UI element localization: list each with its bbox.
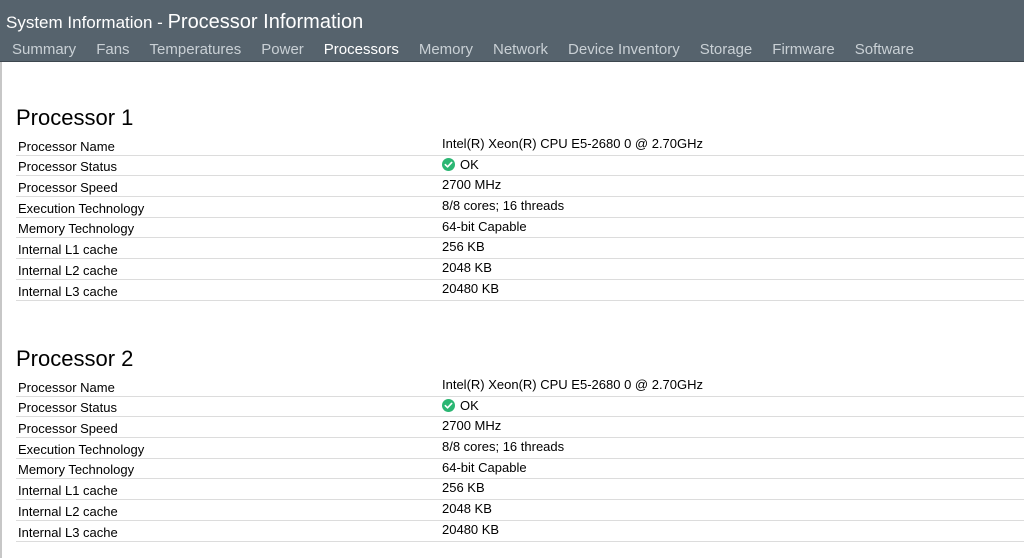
table-row: Internal L1 cache 256 KB (16, 238, 1024, 260)
row-value: 8/8 cores; 16 threads (442, 439, 565, 455)
row-label: Execution Technology (18, 441, 145, 457)
row-label: Memory Technology (18, 221, 135, 237)
status-ok-icon (442, 158, 455, 172)
table-row: Internal L3 cache 20480 KB (16, 280, 1024, 301)
row-label: Processor Speed (18, 180, 118, 196)
row-value: 2048 KB (442, 501, 492, 517)
row-value: 64-bit Capable (442, 459, 527, 475)
page-title-prefix: System Information - (6, 13, 168, 32)
tab-fans[interactable]: Fans (86, 37, 139, 62)
row-value: OK (442, 157, 479, 173)
row-label: Internal L1 cache (18, 483, 118, 499)
table-row: Processor Name Intel(R) Xeon(R) CPU E5-2… (16, 135, 1024, 156)
row-value: OK (442, 398, 479, 414)
row-label: Internal L2 cache (18, 503, 118, 519)
row-label: Processor Status (18, 400, 117, 416)
table-row: Execution Technology 8/8 cores; 16 threa… (16, 197, 1024, 218)
page-title-main: Processor Information (167, 11, 364, 33)
tab-storage[interactable]: Storage (690, 37, 763, 62)
row-value: 8/8 cores; 16 threads (442, 198, 565, 214)
processor-1-section: Processor 1 Processor Name Intel(R) Xeon… (16, 101, 1024, 301)
table-row: Execution Technology 8/8 cores; 16 threa… (16, 438, 1024, 459)
header-bar: System Information - Processor Informati… (0, 0, 1024, 62)
row-value: 20480 KB (442, 280, 500, 296)
row-value: Intel(R) Xeon(R) CPU E5-2680 0 @ 2.70GHz (442, 377, 704, 392)
row-value: 256 KB (442, 480, 485, 496)
row-value: 2700 MHz (442, 418, 502, 434)
row-value: 2700 MHz (442, 177, 502, 193)
status-text: OK (460, 397, 479, 413)
row-label: Internal L1 cache (18, 242, 118, 258)
processor-2-section: Processor 2 Processor Name Intel(R) Xeon… (16, 342, 1024, 542)
tab-memory[interactable]: Memory (409, 37, 483, 62)
table-row: Internal L1 cache 256 KB (16, 479, 1024, 501)
row-value: 64-bit Capable (442, 218, 527, 234)
tab-bar: Summary Fans Temperatures Power Processo… (2, 37, 924, 62)
processor-2-table: Processor Name Intel(R) Xeon(R) CPU E5-2… (16, 376, 1024, 542)
page-title: System Information - Processor Informati… (6, 10, 363, 36)
row-label: Processor Name (18, 379, 115, 395)
row-label: Internal L2 cache (18, 262, 118, 278)
tab-network[interactable]: Network (483, 37, 558, 62)
tab-power[interactable]: Power (251, 37, 314, 62)
status-ok-icon (442, 399, 455, 413)
processor-1-table: Processor Name Intel(R) Xeon(R) CPU E5-2… (16, 135, 1024, 301)
tab-device-inventory[interactable]: Device Inventory (558, 37, 690, 62)
processor-1-heading: Processor 1 (16, 105, 134, 130)
table-row: Memory Technology 64-bit Capable (16, 218, 1024, 239)
tab-processors[interactable]: Processors (314, 37, 409, 62)
tab-software[interactable]: Software (845, 37, 924, 62)
row-label: Processor Status (18, 159, 117, 175)
status-text: OK (460, 156, 479, 172)
row-label: Memory Technology (18, 462, 135, 478)
table-row: Processor Name Intel(R) Xeon(R) CPU E5-2… (16, 376, 1024, 397)
tab-summary[interactable]: Summary (2, 37, 86, 62)
row-label: Internal L3 cache (18, 524, 118, 540)
row-value: 2048 KB (442, 260, 492, 276)
processor-2-heading: Processor 2 (16, 346, 134, 371)
row-value: 20480 KB (442, 521, 500, 537)
table-row: Processor Status OK (16, 397, 1024, 418)
row-value: 256 KB (442, 239, 485, 255)
row-label: Internal L3 cache (18, 283, 118, 299)
content-panel: Processor 1 Processor Name Intel(R) Xeon… (0, 62, 1024, 558)
table-row: Internal L2 cache 2048 KB (16, 259, 1024, 280)
row-label: Processor Speed (18, 421, 118, 437)
row-value: Intel(R) Xeon(R) CPU E5-2680 0 @ 2.70GHz (442, 136, 704, 151)
table-row: Memory Technology 64-bit Capable (16, 459, 1024, 480)
table-row: Processor Status OK (16, 156, 1024, 177)
tab-temperatures[interactable]: Temperatures (140, 37, 252, 62)
tab-firmware[interactable]: Firmware (762, 37, 845, 62)
row-label: Execution Technology (18, 200, 145, 216)
table-row: Internal L3 cache 20480 KB (16, 521, 1024, 542)
table-row: Internal L2 cache 2048 KB (16, 500, 1024, 521)
table-row: Processor Speed 2700 MHz (16, 417, 1024, 439)
table-row: Processor Speed 2700 MHz (16, 176, 1024, 198)
row-label: Processor Name (18, 138, 115, 154)
